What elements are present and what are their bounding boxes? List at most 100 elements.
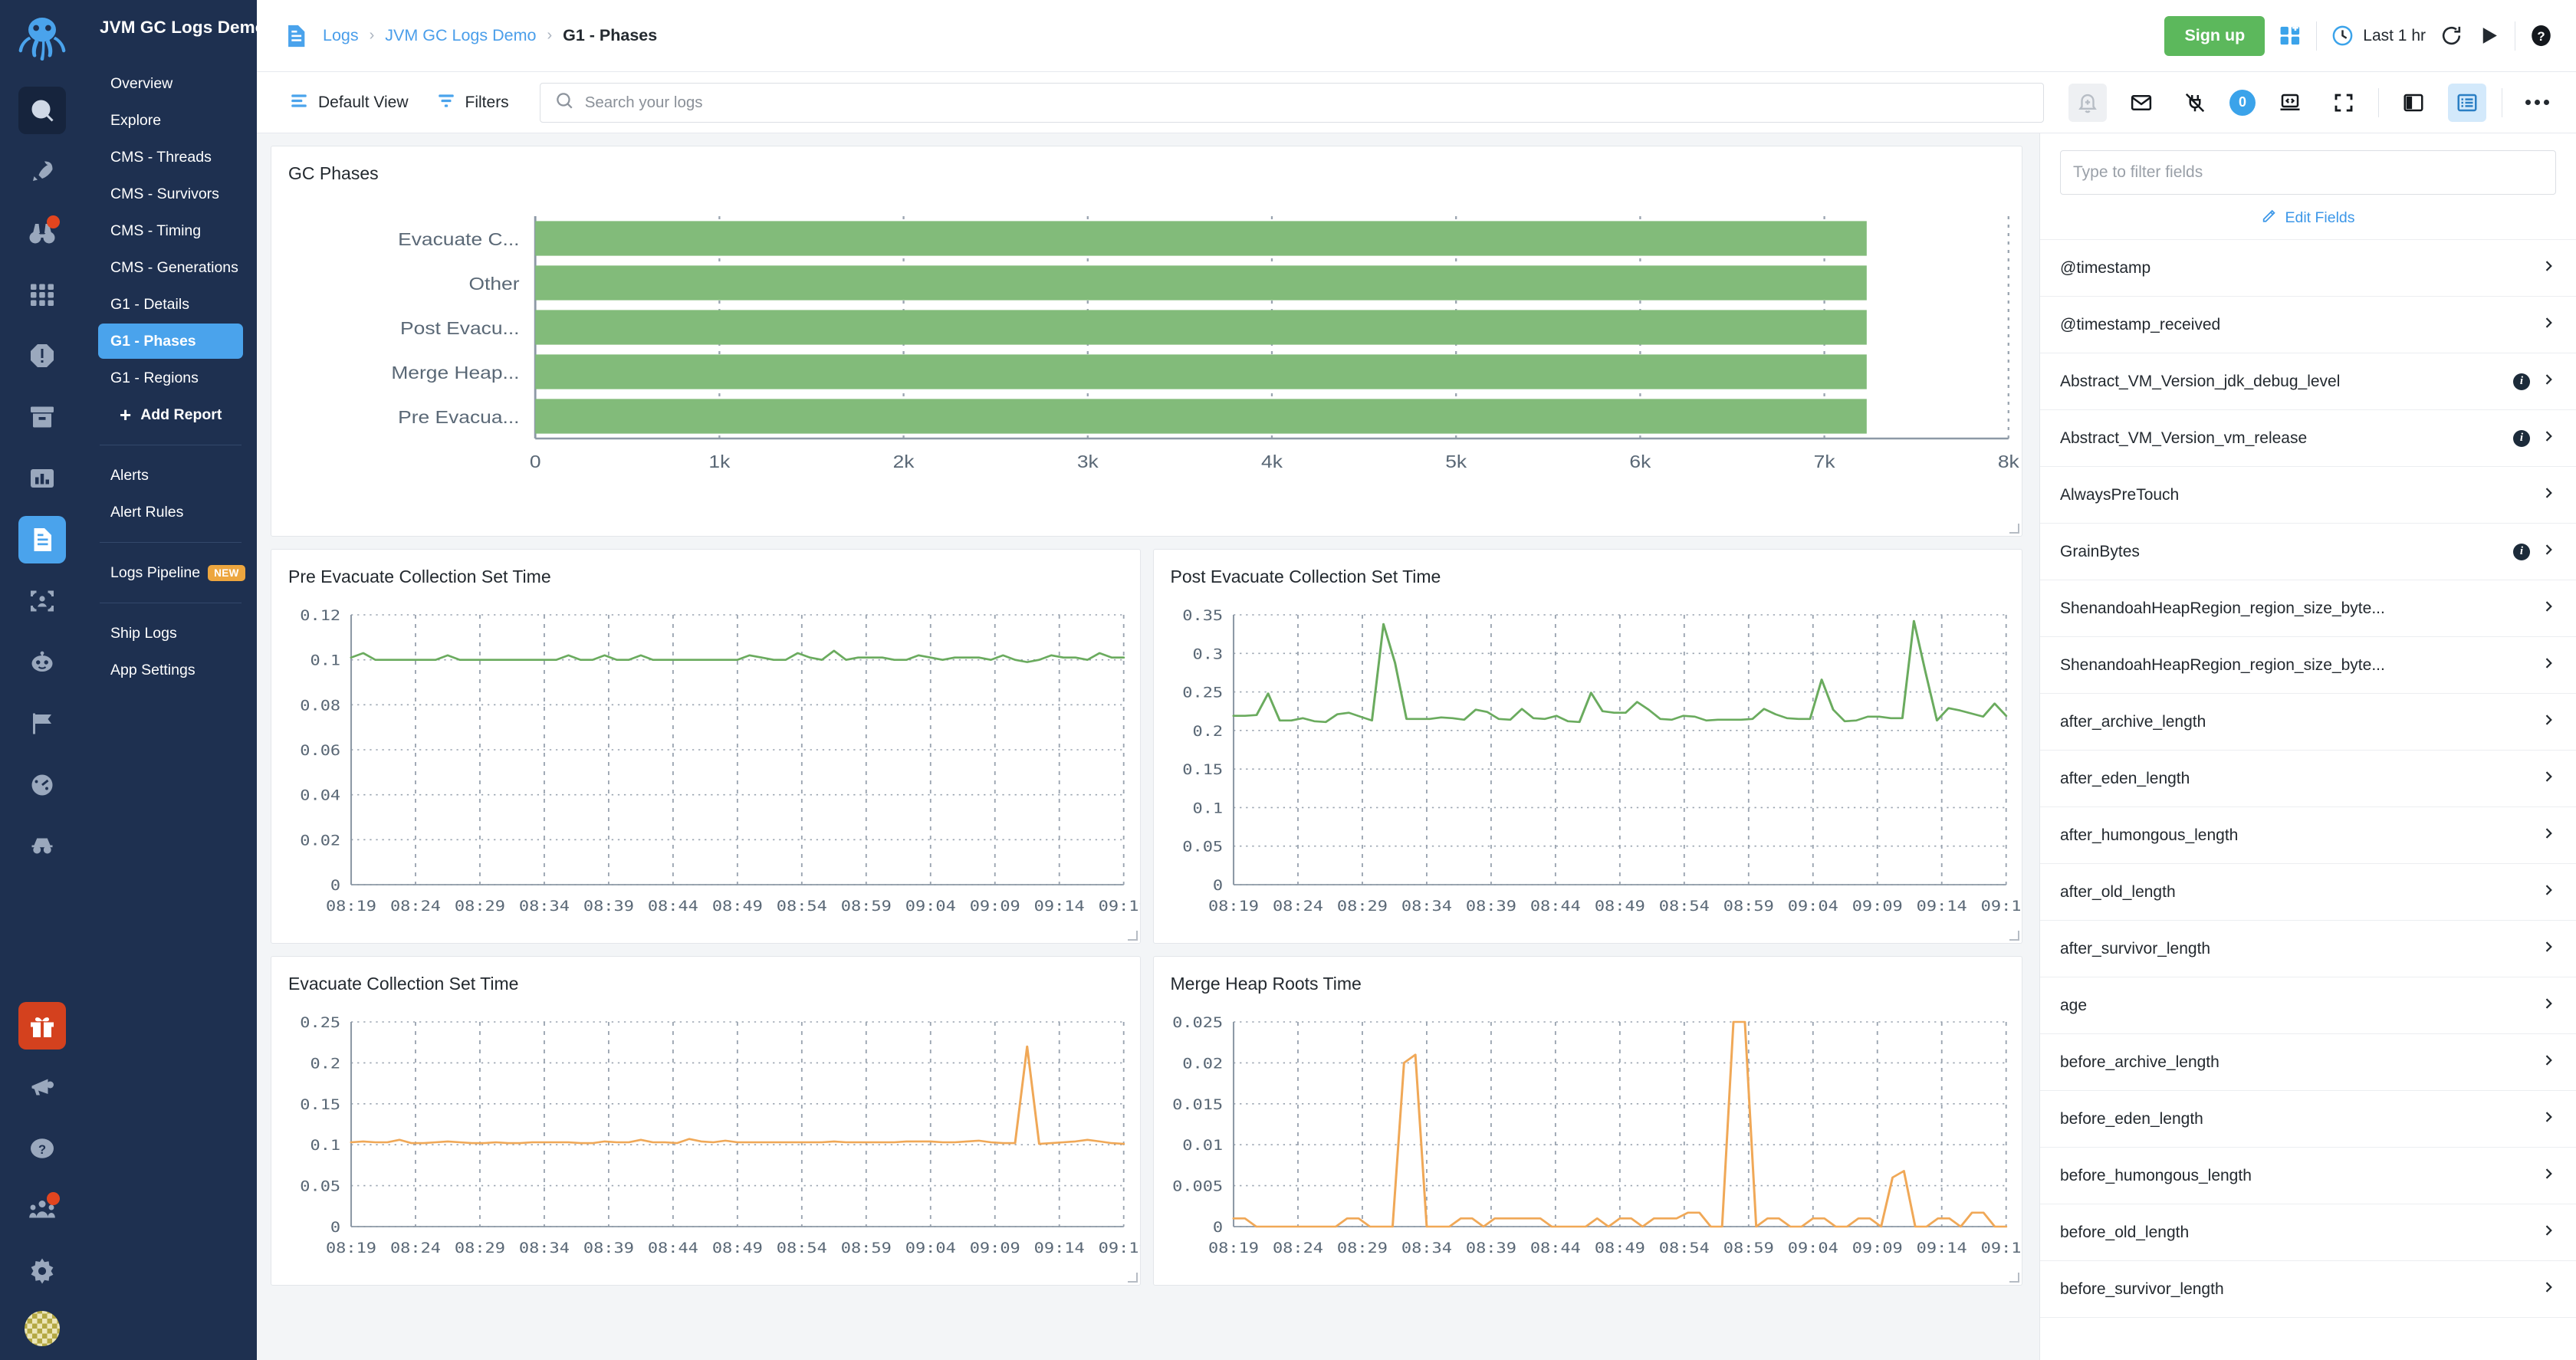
signup-button[interactable]: Sign up xyxy=(2164,15,2266,56)
field-row[interactable]: Abstract_VM_Version_jdk_debug_level i xyxy=(2040,353,2576,410)
bell-add-icon[interactable] xyxy=(2068,83,2107,122)
robot-icon[interactable] xyxy=(18,639,66,686)
field-row[interactable]: before_old_length xyxy=(2040,1204,2576,1261)
info-icon[interactable]: i xyxy=(2513,543,2530,560)
evacuate-chart[interactable]: 0 0.05 0.1 0.15 0.2 0.25 08:19 08:24 08:29 08:34 0… xyxy=(271,994,1139,1266)
flag-icon[interactable] xyxy=(18,700,66,747)
gc-phases-chart[interactable]: Evacuate C... Other Post Evacu... Merge Hea… xyxy=(271,184,2022,506)
sidebar-item-app-settings[interactable]: App Settings xyxy=(98,652,243,688)
chevron-right-icon[interactable] xyxy=(2541,767,2556,790)
chevron-right-icon[interactable] xyxy=(2541,824,2556,846)
code-laptop-icon[interactable] xyxy=(2271,84,2309,122)
grid-apps-icon[interactable] xyxy=(18,271,66,318)
play-icon[interactable] xyxy=(2477,24,2501,48)
rocket-icon[interactable] xyxy=(18,148,66,195)
field-row[interactable]: after_archive_length xyxy=(2040,694,2576,751)
chevron-right-icon[interactable] xyxy=(2541,1221,2556,1243)
breadcrumb-logs[interactable]: Logs xyxy=(323,26,359,45)
chevron-right-icon[interactable] xyxy=(2541,540,2556,563)
chevron-right-icon[interactable] xyxy=(2541,711,2556,733)
archive-box-icon[interactable] xyxy=(18,393,66,441)
field-row[interactable]: after_old_length xyxy=(2040,864,2576,921)
octopus-logo[interactable] xyxy=(15,11,70,66)
sidebar-item-cms-timing[interactable]: CMS - Timing xyxy=(98,213,243,248)
chevron-right-icon[interactable] xyxy=(2541,1051,2556,1073)
search-icon[interactable] xyxy=(18,87,66,134)
logs-document-icon[interactable] xyxy=(18,516,66,563)
more-horizontal-icon[interactable] xyxy=(2518,84,2556,122)
panel-resize-handle[interactable] xyxy=(1127,1273,1138,1283)
search-box[interactable] xyxy=(539,82,2044,123)
search-input[interactable] xyxy=(584,93,2029,112)
field-row[interactable]: AlwaysPreTouch xyxy=(2040,467,2576,524)
chevron-right-icon[interactable] xyxy=(2541,881,2556,903)
help-circle-icon[interactable]: ? xyxy=(2529,24,2553,48)
breadcrumb-account[interactable]: JVM GC Logs Demo xyxy=(385,26,536,45)
panel-resize-handle[interactable] xyxy=(2009,1273,2019,1283)
split-view-icon[interactable] xyxy=(2394,84,2433,122)
info-icon[interactable]: i xyxy=(2513,429,2530,447)
table-view-icon[interactable] xyxy=(2448,83,2486,122)
panel-resize-handle[interactable] xyxy=(2009,524,2019,534)
sidebar-item-alerts[interactable]: Alerts xyxy=(98,458,243,493)
envelope-icon[interactable] xyxy=(2122,84,2160,122)
field-row[interactable]: Abstract_VM_Version_vm_release i xyxy=(2040,410,2576,467)
add-widget-icon[interactable] xyxy=(2279,24,2302,48)
field-row[interactable]: @timestamp xyxy=(2040,240,2576,297)
time-range-picker[interactable]: Last 1 hr xyxy=(2331,24,2426,48)
fullscreen-icon[interactable] xyxy=(2325,84,2363,122)
field-row[interactable]: before_humongous_length xyxy=(2040,1148,2576,1204)
chevron-right-icon[interactable] xyxy=(2541,484,2556,506)
field-row[interactable]: age xyxy=(2040,977,2576,1034)
panel-resize-handle[interactable] xyxy=(1127,931,1138,941)
refresh-icon[interactable] xyxy=(2440,24,2463,48)
sidebar-item-ship-logs[interactable]: Ship Logs xyxy=(98,616,243,651)
sidebar-item-alert-rules[interactable]: Alert Rules xyxy=(98,494,243,530)
chevron-right-icon[interactable] xyxy=(2541,427,2556,449)
field-row[interactable]: before_survivor_length xyxy=(2040,1261,2576,1318)
bar-chart-icon[interactable] xyxy=(18,455,66,502)
pre-evacuate-chart[interactable]: 0 0.02 0.04 0.06 0.08 0.1 0.12 08:19 08:24 08:29 0… xyxy=(271,587,1139,925)
gauge-icon[interactable] xyxy=(18,761,66,809)
chevron-right-icon[interactable] xyxy=(2541,1278,2556,1300)
filters-button[interactable]: Filters xyxy=(430,86,515,120)
sidebar-item-overview[interactable]: Overview xyxy=(98,66,243,101)
chevron-right-icon[interactable] xyxy=(2541,654,2556,676)
help-circle-icon[interactable]: ? xyxy=(18,1125,66,1172)
binoculars-icon[interactable] xyxy=(18,209,66,257)
sidebar-item-g1-phases[interactable]: G1 - Phases xyxy=(98,324,243,359)
live-tail-off-icon[interactable] xyxy=(2176,84,2214,122)
sidebar-item-cms-threads[interactable]: CMS - Threads xyxy=(98,140,243,175)
chevron-right-icon[interactable] xyxy=(2541,370,2556,393)
field-row[interactable]: GrainBytes i xyxy=(2040,524,2576,580)
sidebar-item-cms-survivors[interactable]: CMS - Survivors xyxy=(98,176,243,212)
field-row[interactable]: @timestamp_received xyxy=(2040,297,2576,353)
chevron-right-icon[interactable] xyxy=(2541,1165,2556,1187)
sidebar-item-g1-details[interactable]: G1 - Details xyxy=(98,287,243,322)
megaphone-icon[interactable] xyxy=(18,1063,66,1111)
incognito-icon[interactable] xyxy=(18,823,66,870)
sidebar-header[interactable]: JVM GC Logs Demo xyxy=(98,0,287,55)
post-evacuate-chart[interactable]: 0 0.05 0.1 0.15 0.2 0.25 0.3 0.35 08:19 08:24 08:2… xyxy=(1154,587,2022,925)
default-view-button[interactable]: Default View xyxy=(283,86,415,120)
sidebar-item-explore[interactable]: Explore xyxy=(98,103,243,138)
field-row[interactable]: after_eden_length xyxy=(2040,751,2576,807)
merge-heap-roots-chart[interactable]: 0 0.005 0.01 0.015 0.02 0.025 08:19 08:24 08:29 0… xyxy=(1154,994,2022,1266)
field-row[interactable]: after_humongous_length xyxy=(2040,807,2576,864)
field-row[interactable]: ShenandoahHeapRegion_region_size_byte... xyxy=(2040,637,2576,694)
chevron-right-icon[interactable] xyxy=(2541,938,2556,960)
chevron-right-icon[interactable] xyxy=(2541,994,2556,1017)
alert-octagon-icon[interactable] xyxy=(18,332,66,379)
avatar[interactable] xyxy=(25,1311,60,1346)
field-row[interactable]: after_survivor_length xyxy=(2040,921,2576,977)
chevron-right-icon[interactable] xyxy=(2541,257,2556,279)
chevron-right-icon[interactable] xyxy=(2541,597,2556,619)
edit-fields-button[interactable]: Edit Fields xyxy=(2060,195,2556,239)
sidebar-item-g1-regions[interactable]: G1 - Regions xyxy=(98,360,243,396)
chevron-right-icon[interactable] xyxy=(2541,314,2556,336)
add-report-button[interactable]: + Add Report xyxy=(98,397,243,432)
sidebar-item-logs-pipeline[interactable]: Logs Pipeline NEW xyxy=(98,555,245,590)
field-filter-input[interactable] xyxy=(2060,150,2556,195)
panel-resize-handle[interactable] xyxy=(2009,931,2019,941)
sidebar-item-cms-generations[interactable]: CMS - Generations xyxy=(98,250,243,285)
